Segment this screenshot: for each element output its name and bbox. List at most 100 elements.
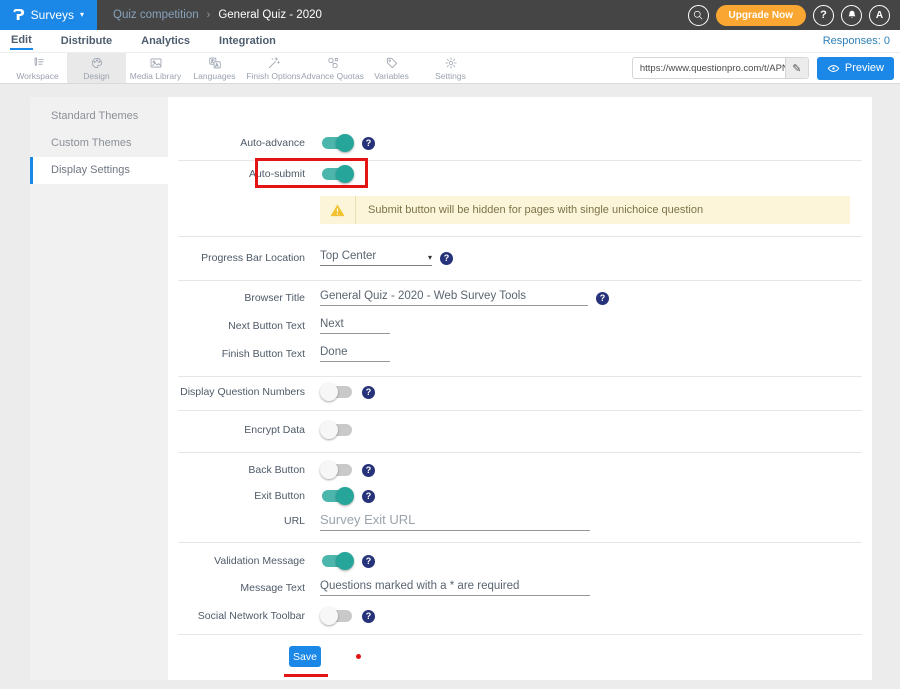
product-label: Surveys — [31, 8, 74, 22]
toolbar-tab-advance-quotas[interactable]: Advance Quotas — [303, 53, 362, 83]
help-icon[interactable]: ? — [362, 137, 375, 150]
edit-url-button[interactable]: ✎ — [785, 58, 808, 78]
save-button[interactable]: Save — [289, 646, 321, 667]
palette-icon — [90, 56, 104, 70]
survey-url-value[interactable]: https://www.questionpro.com/t/APNrFZ — [633, 63, 785, 74]
nav-tab-analytics[interactable]: Analytics — [140, 33, 191, 49]
auto-advance-toggle[interactable] — [320, 134, 354, 152]
divider — [178, 280, 862, 281]
encrypt-data-row: Encrypt Data — [168, 419, 354, 441]
toolbar-tab-variables[interactable]: Variables — [362, 53, 421, 83]
nav-tab-edit[interactable]: Edit — [10, 32, 33, 50]
warning-triangle-icon — [329, 202, 346, 219]
magic-wand-icon — [267, 56, 281, 70]
annotation-underline — [284, 674, 328, 677]
finish-button-text-row: Finish Button Text Done — [168, 343, 390, 365]
sidebar-item-display-settings[interactable]: Display Settings — [30, 157, 168, 184]
exit-button-toggle[interactable] — [320, 487, 354, 505]
toggle-knob — [320, 383, 338, 401]
toolbar-tab-languages[interactable]: Languages — [185, 53, 244, 83]
toolbar-right: https://www.questionpro.com/t/APNrFZ ✎ P… — [632, 53, 900, 83]
top-bar: Ɂ Surveys ▾ Quiz competition › General Q… — [0, 0, 900, 30]
help-icon[interactable]: ? — [362, 386, 375, 399]
warning-banner: Submit button will be hidden for pages w… — [320, 196, 850, 224]
toggle-knob — [336, 552, 354, 570]
questionpro-logo-icon: Ɂ — [13, 6, 25, 24]
chevron-down-icon: ▾ — [428, 254, 432, 262]
encrypt-data-label: Encrypt Data — [168, 424, 305, 436]
message-text-row: Message Text Questions marked with a * a… — [168, 577, 590, 599]
help-icon[interactable]: ? — [362, 610, 375, 623]
search-button[interactable] — [688, 5, 709, 26]
annotation-dot — [356, 654, 361, 659]
next-button-text-label: Next Button Text — [168, 320, 305, 332]
page-background: Standard Themes Custom Themes Display Se… — [0, 84, 900, 689]
bell-icon — [846, 9, 858, 21]
help-icon[interactable]: ? — [362, 555, 375, 568]
help-icon[interactable]: ? — [362, 464, 375, 477]
preview-button[interactable]: Preview — [817, 57, 894, 80]
progress-bar-location-select[interactable]: Top Center ▾ — [320, 250, 432, 266]
chain-link-icon — [326, 56, 340, 70]
warning-icon-box — [320, 196, 356, 224]
toggle-knob — [336, 134, 354, 152]
help-button[interactable]: ? — [813, 5, 834, 26]
pencil-icon: ✎ — [792, 62, 801, 75]
toggle-knob — [320, 461, 338, 479]
nav-tab-distribute[interactable]: Distribute — [60, 33, 113, 49]
gear-icon — [444, 56, 458, 70]
browser-title-input[interactable]: General Quiz - 2020 - Web Survey Tools — [320, 290, 588, 306]
exit-url-input[interactable]: Survey Exit URL — [320, 512, 590, 531]
upgrade-label: Upgrade Now — [729, 10, 793, 21]
avatar-initial: A — [876, 10, 883, 21]
encrypt-data-toggle[interactable] — [320, 421, 354, 439]
notifications-button[interactable] — [841, 5, 862, 26]
toggle-knob — [336, 487, 354, 505]
toolbar-tab-finish-options[interactable]: Finish Options — [244, 53, 303, 83]
next-button-text-input[interactable]: Next — [320, 318, 390, 334]
help-icon[interactable]: ? — [440, 252, 453, 265]
display-settings-panel: Auto-advance ? Auto-submit Su — [168, 97, 872, 680]
edit-toolbar: Workspace Design Media Library Languages… — [0, 52, 900, 84]
survey-url-box[interactable]: https://www.questionpro.com/t/APNrFZ ✎ — [632, 57, 809, 79]
auto-submit-toggle[interactable] — [320, 165, 354, 183]
responses-count[interactable]: Responses: 0 — [823, 35, 890, 47]
toolbar-tab-design[interactable]: Design — [67, 53, 126, 83]
message-text-label: Message Text — [168, 582, 305, 594]
sidebar-item-standard-themes[interactable]: Standard Themes — [30, 103, 168, 130]
sidebar-item-custom-themes[interactable]: Custom Themes — [30, 130, 168, 157]
auto-advance-label: Auto-advance — [168, 137, 305, 149]
divider — [178, 452, 862, 453]
finish-button-text-input[interactable]: Done — [320, 346, 390, 362]
chevron-down-icon: ▾ — [80, 11, 84, 19]
workspace-icon — [31, 56, 45, 70]
search-icon — [692, 9, 704, 21]
display-question-numbers-label: Display Question Numbers — [168, 386, 305, 398]
upgrade-now-button[interactable]: Upgrade Now — [716, 5, 806, 26]
toolbar-tab-settings[interactable]: Settings — [421, 53, 480, 83]
validation-message-label: Validation Message — [168, 555, 305, 567]
surveys-menu[interactable]: Ɂ Surveys ▾ — [0, 0, 97, 30]
message-text-input[interactable]: Questions marked with a * are required — [320, 580, 590, 596]
preview-label: Preview — [845, 62, 884, 74]
exit-button-row: Exit Button ? — [168, 485, 375, 507]
toolbar-tab-workspace[interactable]: Workspace — [8, 53, 67, 83]
display-question-numbers-row: Display Question Numbers ? — [168, 381, 375, 403]
breadcrumb-folder[interactable]: Quiz competition — [113, 9, 199, 21]
back-button-toggle[interactable] — [320, 461, 354, 479]
social-network-toolbar-label: Social Network Toolbar — [168, 610, 305, 622]
validation-message-toggle[interactable] — [320, 552, 354, 570]
validation-message-row: Validation Message ? — [168, 550, 375, 572]
social-network-toolbar-toggle[interactable] — [320, 607, 354, 625]
display-question-numbers-toggle[interactable] — [320, 383, 354, 401]
avatar[interactable]: A — [869, 5, 890, 26]
nav-tab-integration[interactable]: Integration — [218, 33, 277, 49]
divider — [178, 542, 862, 543]
question-icon: ? — [820, 9, 827, 21]
next-button-text-row: Next Button Text Next — [168, 315, 390, 337]
help-icon[interactable]: ? — [596, 292, 609, 305]
help-icon[interactable]: ? — [362, 490, 375, 503]
exit-url-label: URL — [168, 515, 305, 527]
toolbar-tab-media-library[interactable]: Media Library — [126, 53, 185, 83]
auto-submit-row: Auto-submit — [168, 163, 354, 185]
